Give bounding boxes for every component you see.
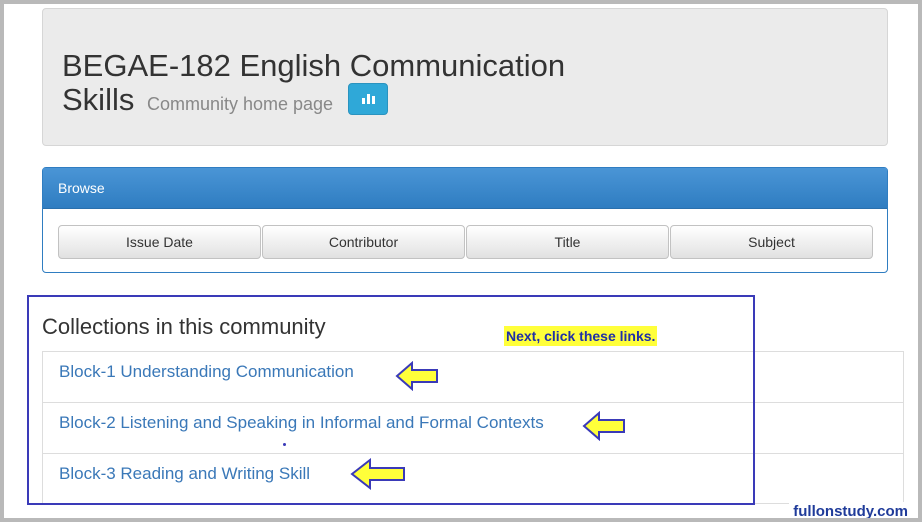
yellow-left-arrow-icon: [582, 411, 625, 441]
collection-link-block-2[interactable]: Block-2 Listening and Speaking in Inform…: [59, 413, 544, 432]
yellow-left-arrow-icon: [350, 458, 405, 490]
watermark: fullonstudy.com: [789, 502, 912, 522]
list-item: Block-3 Reading and Writing Skill: [42, 453, 904, 504]
community-header: BEGAE-182 English Communication Skills C…: [42, 8, 888, 146]
list-item: Block-2 Listening and Speaking in Inform…: [42, 402, 904, 453]
collections-heading: Collections in this community: [42, 314, 326, 339]
collection-link-block-3[interactable]: Block-3 Reading and Writing Skill: [59, 464, 310, 483]
page-title: BEGAE-182 English Communication Skills C…: [62, 49, 565, 121]
browse-subject-button[interactable]: Subject: [670, 225, 873, 259]
browse-issue-date-button[interactable]: Issue Date: [58, 225, 261, 259]
collection-link-block-1[interactable]: Block-1 Understanding Communication: [59, 362, 354, 381]
list-item: Block-1 Understanding Communication: [42, 351, 904, 402]
statistics-button[interactable]: [347, 82, 388, 115]
browse-panel: Browse Issue Date Contributor Title Subj…: [42, 167, 888, 273]
page-title-line2: Skills: [62, 82, 135, 117]
browse-button-group: Issue Date Contributor Title Subject: [58, 225, 873, 259]
stray-dot: [283, 443, 286, 446]
browse-contributor-button[interactable]: Contributor: [262, 225, 465, 259]
annotation-note: Next, click these links.: [504, 326, 658, 346]
browse-title-button[interactable]: Title: [466, 225, 669, 259]
page-subtitle: Community home page: [146, 94, 334, 114]
page-title-line1: BEGAE-182 English Communication: [62, 48, 566, 83]
yellow-left-arrow-icon: [395, 361, 438, 391]
collections-list: Block-1 Understanding Communication Bloc…: [42, 351, 904, 504]
browse-heading: Browse: [43, 168, 887, 209]
